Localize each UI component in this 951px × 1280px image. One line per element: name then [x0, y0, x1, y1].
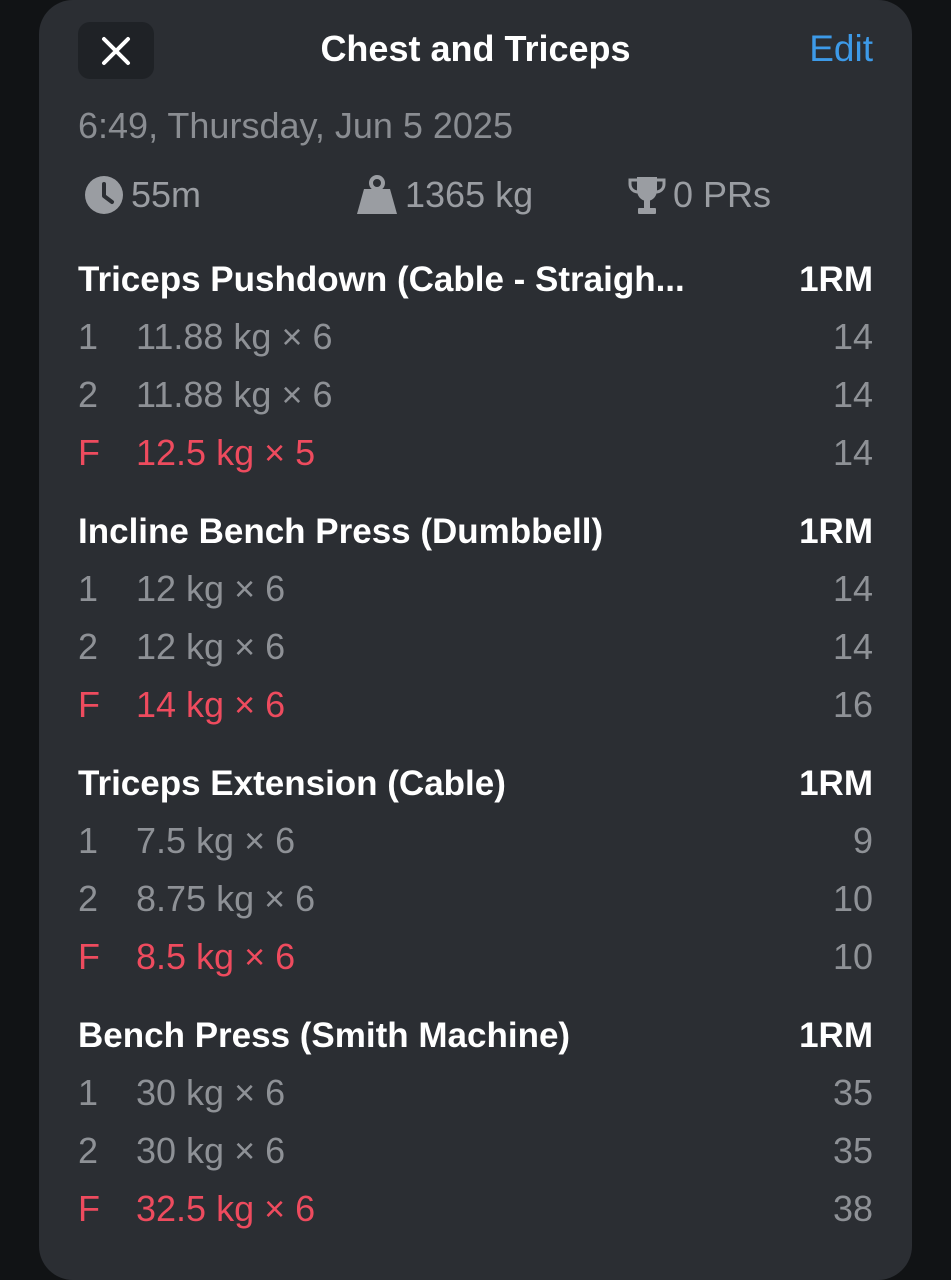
page-title: Chest and Triceps: [320, 28, 631, 69]
volume-stat: 1365 kg: [355, 170, 533, 220]
exercise-name: Bench Press (Smith Machine): [78, 1016, 571, 1055]
set-index: 2: [78, 1130, 99, 1171]
set-one-rm: 14: [832, 316, 873, 357]
failure-set-row: F 14 kg × 6 16: [78, 676, 873, 734]
set-one-rm: 9: [852, 820, 873, 861]
exercise-header: Triceps Pushdown (Cable - Straigh... 1RM: [78, 252, 873, 308]
set-index: 1: [78, 1072, 99, 1113]
exercise-block[interactable]: Triceps Extension (Cable) 1RM 1 7.5 kg ×…: [78, 756, 873, 1008]
prs-stat: 0 PRs: [627, 170, 771, 220]
set-index: F: [78, 936, 100, 977]
exercise-block[interactable]: Bench Press (Smith Machine) 1RM 1 30 kg …: [78, 1008, 873, 1260]
exercise-list: Triceps Pushdown (Cable - Straigh... 1RM…: [78, 252, 873, 1260]
failure-set-row: F 8.5 kg × 6 10: [78, 928, 873, 986]
exercise-header: Bench Press (Smith Machine) 1RM: [78, 1008, 873, 1064]
set-one-rm: 14: [832, 374, 873, 415]
set-value: 11.88 kg × 6: [136, 316, 333, 357]
set-value: 30 kg × 6: [136, 1072, 286, 1113]
set-index: F: [78, 432, 100, 473]
set-index: F: [78, 1188, 100, 1229]
set-index: F: [78, 684, 100, 725]
set-index: 1: [78, 820, 99, 861]
set-index: 1: [78, 568, 99, 609]
set-index: 2: [78, 374, 99, 415]
set-value: 8.75 kg × 6: [136, 878, 316, 919]
one-rm-header: 1RM: [799, 764, 873, 803]
exercise-header: Incline Bench Press (Dumbbell) 1RM: [78, 504, 873, 560]
set-one-rm: 35: [832, 1072, 873, 1113]
set-value: 32.5 kg × 6: [136, 1188, 316, 1229]
exercise-block[interactable]: Incline Bench Press (Dumbbell) 1RM 1 12 …: [78, 504, 873, 756]
failure-set-row: F 12.5 kg × 5 14: [78, 424, 873, 482]
one-rm-header: 1RM: [799, 1016, 873, 1055]
set-value: 12 kg × 6: [136, 568, 286, 609]
set-one-rm: 10: [832, 878, 873, 919]
set-row: 1 11.88 kg × 6 14: [78, 308, 873, 366]
set-index: 1: [78, 316, 99, 357]
set-value: 7.5 kg × 6: [136, 820, 296, 861]
set-one-rm: 14: [832, 432, 873, 473]
workout-detail-card: Chest and Triceps Edit 6:49, Thursday, J…: [39, 0, 912, 1280]
set-row: 1 12 kg × 6 14: [78, 560, 873, 618]
edit-button[interactable]: Edit: [809, 28, 873, 70]
set-value: 14 kg × 6: [136, 684, 286, 725]
set-one-rm: 14: [832, 568, 873, 609]
header: Chest and Triceps Edit: [39, 0, 912, 104]
set-row: 1 30 kg × 6 35: [78, 1064, 873, 1122]
set-row: 2 12 kg × 6 14: [78, 618, 873, 676]
weight-icon: [357, 175, 397, 214]
volume-value: 1365 kg: [405, 174, 534, 215]
set-index: 2: [78, 626, 99, 667]
exercise-name: Triceps Extension (Cable): [78, 764, 506, 803]
duration-stat: 55m: [83, 170, 201, 220]
set-one-rm: 16: [832, 684, 873, 725]
exercise-block[interactable]: Triceps Pushdown (Cable - Straigh... 1RM…: [78, 252, 873, 504]
clock-icon: [85, 176, 123, 214]
set-value: 8.5 kg × 6: [136, 936, 296, 977]
set-value: 11.88 kg × 6: [136, 374, 333, 415]
workout-datetime: 6:49, Thursday, Jun 5 2025: [78, 105, 513, 146]
set-index: 2: [78, 878, 99, 919]
exercise-name: Triceps Pushdown (Cable - Straigh...: [78, 260, 685, 299]
exercise-header: Triceps Extension (Cable) 1RM: [78, 756, 873, 812]
trophy-icon: [628, 177, 666, 214]
workout-stats: 55m 1365 kg 0 PRs: [39, 170, 912, 220]
set-one-rm: 38: [832, 1188, 873, 1229]
prs-value: 0 PRs: [673, 174, 772, 215]
set-row: 2 8.75 kg × 6 10: [78, 870, 873, 928]
failure-set-row: F 32.5 kg × 6 38: [78, 1180, 873, 1238]
set-one-rm: 35: [832, 1130, 873, 1171]
set-value: 12.5 kg × 5: [136, 432, 316, 473]
set-row: 1 7.5 kg × 6 9: [78, 812, 873, 870]
set-row: 2 30 kg × 6 35: [78, 1122, 873, 1180]
set-value: 12 kg × 6: [136, 626, 286, 667]
duration-value: 55m: [131, 174, 202, 215]
one-rm-header: 1RM: [799, 512, 873, 551]
set-value: 30 kg × 6: [136, 1130, 286, 1171]
exercise-name: Incline Bench Press (Dumbbell): [78, 512, 604, 551]
set-row: 2 11.88 kg × 6 14: [78, 366, 873, 424]
set-one-rm: 14: [832, 626, 873, 667]
set-one-rm: 10: [832, 936, 873, 977]
one-rm-header: 1RM: [799, 260, 873, 299]
